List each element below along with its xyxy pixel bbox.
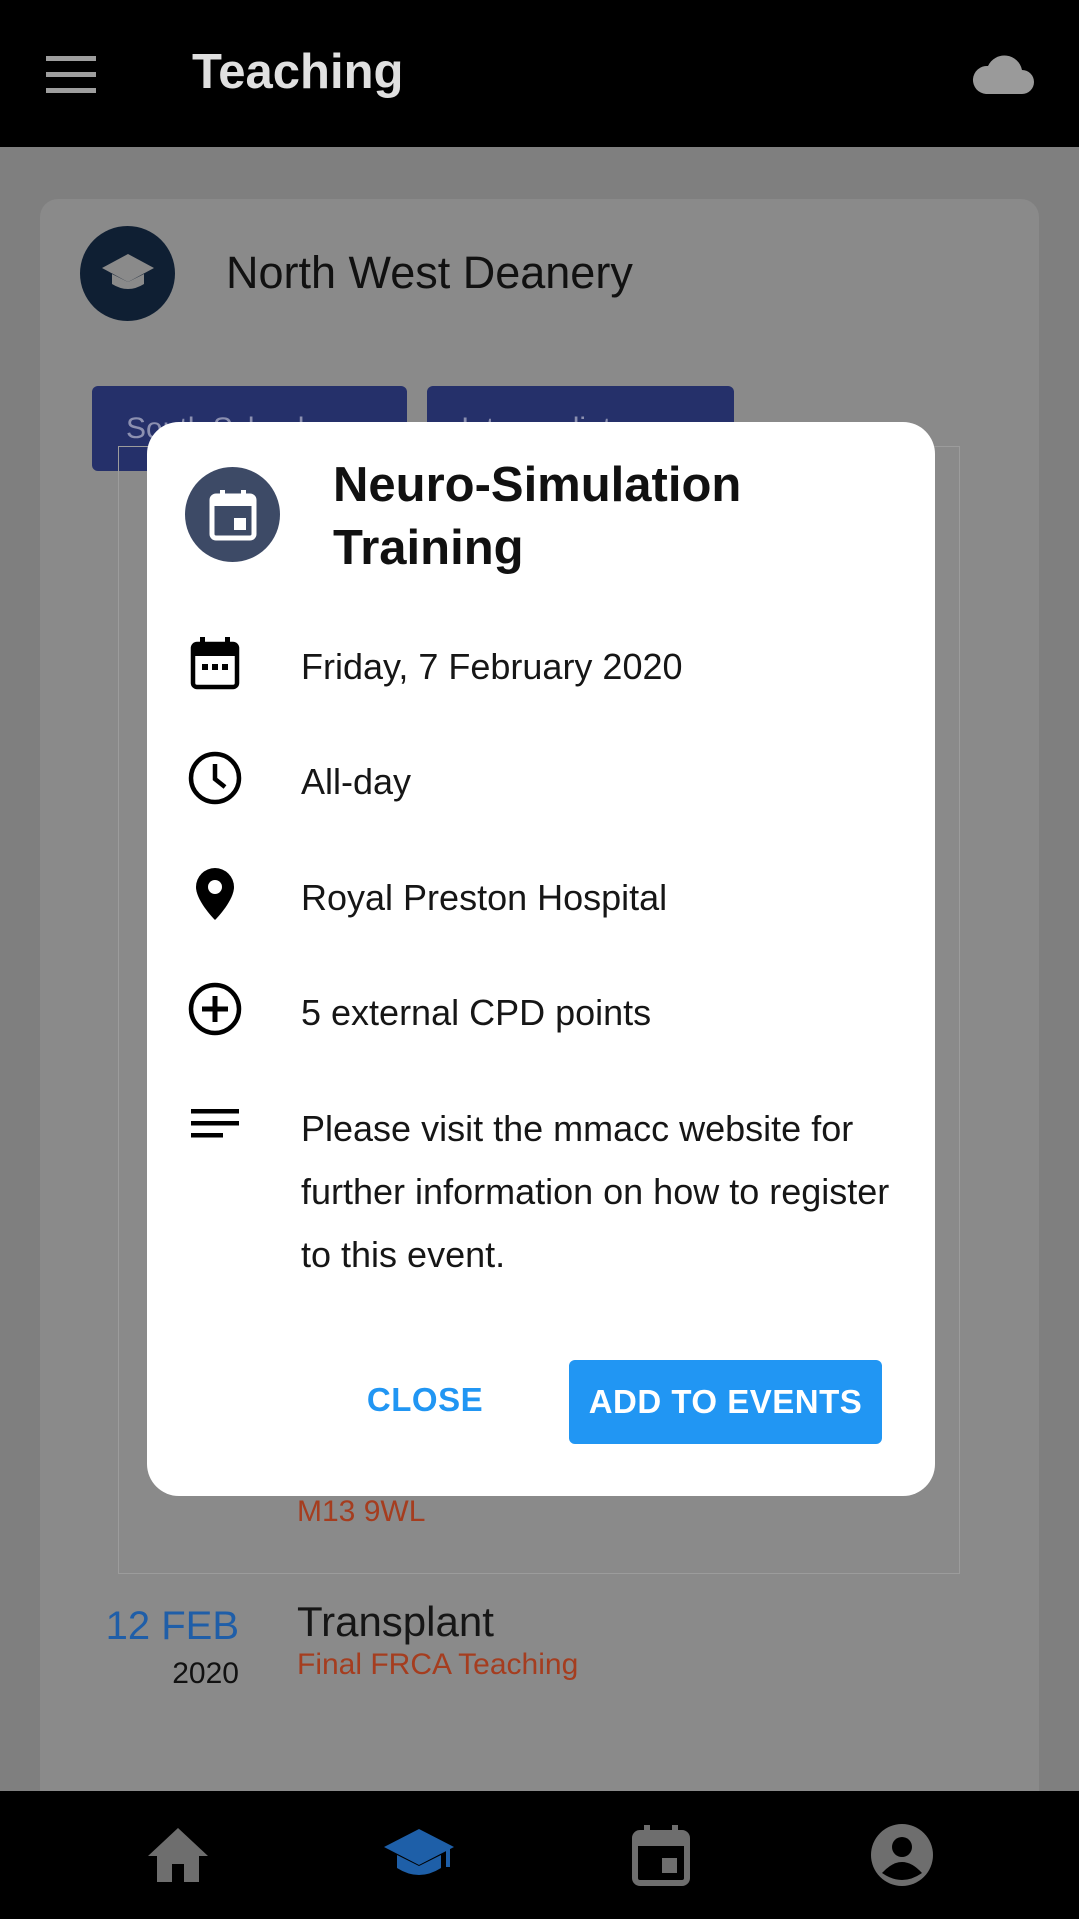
graduation-cap-icon[interactable] (384, 1823, 454, 1887)
event-cpd-text: 5 external CPD points (301, 992, 652, 1033)
calendar-icon (187, 635, 243, 691)
event-details-dialog: Neuro-Simulation Training Friday, 7 Febr… (147, 422, 935, 1496)
event-time-text: All-day (301, 761, 412, 802)
add-to-events-button[interactable]: ADD TO EVENTS (569, 1360, 882, 1444)
event-icon (185, 467, 280, 562)
bottom-navigation (0, 1791, 1079, 1919)
close-button[interactable]: CLOSE (345, 1358, 505, 1442)
event-location-text: Royal Preston Hospital (301, 877, 668, 918)
event-year: 2020 (172, 1657, 239, 1690)
account-circle-icon[interactable] (867, 1823, 937, 1887)
description-icon (187, 1097, 243, 1153)
clock-icon (187, 750, 243, 806)
add-circle-icon (187, 981, 243, 1037)
calendar-icon[interactable] (626, 1823, 696, 1887)
dialog-title: Neuro-Simulation Training (333, 458, 742, 575)
graduation-cap-icon (80, 226, 175, 321)
menu-icon[interactable] (46, 54, 104, 94)
event-date: 12 FEB (105, 1604, 239, 1648)
home-icon[interactable] (143, 1823, 213, 1887)
page-title: Teaching (192, 45, 404, 99)
event-date-text: Friday, 7 February 2020 (301, 646, 683, 687)
organization-name: North West Deanery (226, 247, 633, 298)
cloud-icon[interactable] (970, 48, 1036, 100)
event-course: Final FRCA Teaching (297, 1648, 579, 1681)
location-pin-icon (187, 866, 243, 922)
app-bar: Teaching (0, 0, 1079, 147)
event-description-text: Please visit the mmacc website for furth… (301, 1108, 890, 1275)
